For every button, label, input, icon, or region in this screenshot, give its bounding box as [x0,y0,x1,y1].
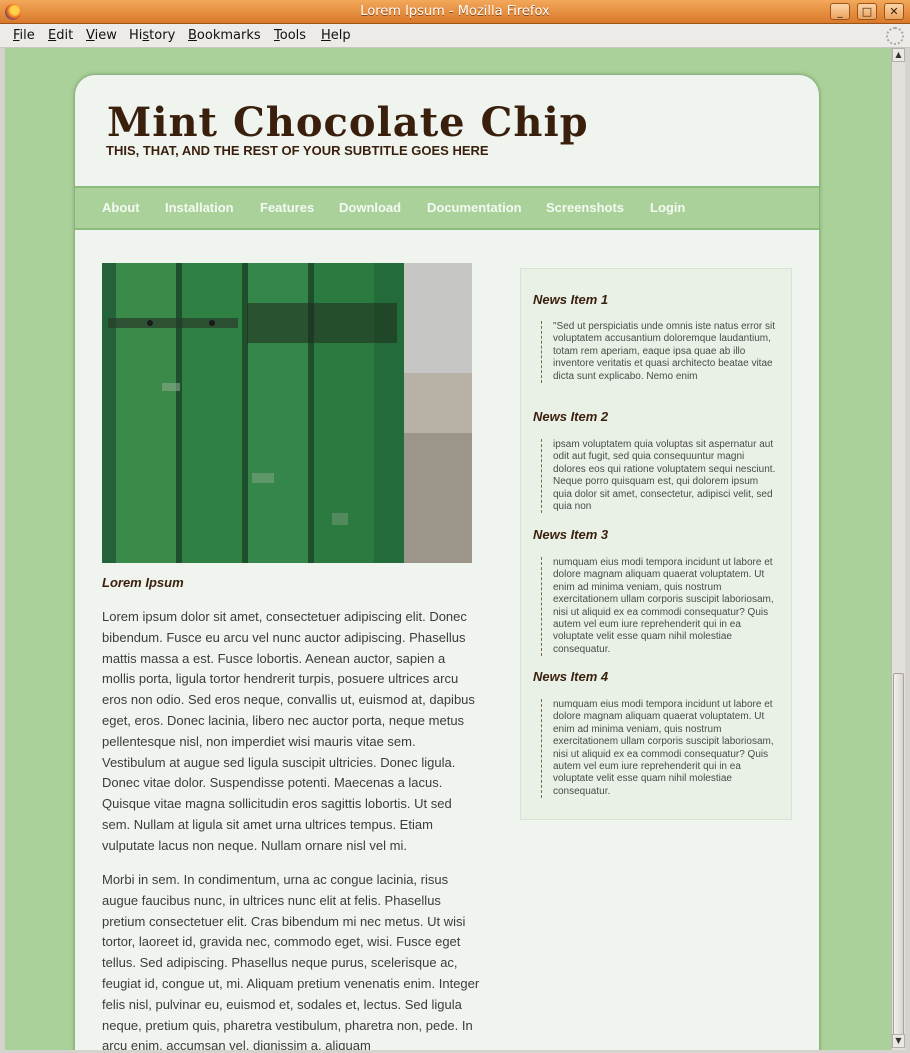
news-item-title[interactable]: News Item 3 [533,527,608,542]
menu-edit[interactable]: Edit [48,28,73,43]
menu-tools-label: ools [279,28,307,43]
maximize-button[interactable]: □ [857,3,877,20]
browser-viewport: Mint Chocolate Chip THIS, THAT, AND THE … [5,48,891,1050]
nav-download[interactable]: Download [339,200,401,215]
news-item-body: numquam eius modi tempora incidunt ut la… [541,699,777,799]
news-sidebar: News Item 1 "Sed ut perspiciatis unde om… [520,268,792,820]
body-paragraph: Lorem ipsum dolor sit amet, consectetuer… [102,609,475,853]
menu-file[interactable]: File [13,28,35,43]
menu-view[interactable]: View [86,28,117,43]
green-door-photo [102,263,472,563]
body-paragraph: Morbi in sem. In condimentum, urna ac co… [102,872,480,1050]
close-button[interactable]: ✕ [884,3,904,20]
news-item-title[interactable]: News Item 1 [533,292,608,307]
page-container: Mint Chocolate Chip THIS, THAT, AND THE … [75,75,819,1050]
scrollbar-thumb[interactable] [893,673,904,1035]
menu-view-accel: V [86,28,95,43]
nav-installation[interactable]: Installation [165,200,234,215]
menu-bar: File Edit View History Bookmarks Tools H… [0,24,910,48]
image-caption: Lorem Ipsum [102,575,184,590]
menu-file-label: ile [19,28,35,43]
menu-history-label: tory [149,28,176,43]
vertical-scrollbar[interactable]: ▲ ▼ [891,48,905,1050]
nav-about[interactable]: About [102,200,140,215]
throbber-icon [886,27,904,45]
window-titlebar: Lorem Ipsum - Mozilla Firefox _ □ ✕ [0,0,910,24]
menu-bookmarks-accel: B [188,28,197,43]
menu-help[interactable]: Help [321,28,351,43]
site-nav: About Installation Features Download Doc… [75,186,819,230]
menu-help-label: elp [330,28,351,43]
news-item-title[interactable]: News Item 4 [533,669,608,684]
menu-view-label: iew [94,28,117,43]
menu-history[interactable]: History [129,28,175,43]
scroll-up-arrow-icon[interactable]: ▲ [892,48,905,62]
nav-screenshots[interactable]: Screenshots [546,200,624,215]
scroll-down-arrow-icon[interactable]: ▼ [892,1034,905,1048]
window-title: Lorem Ipsum - Mozilla Firefox [360,4,550,19]
nav-login[interactable]: Login [650,200,685,215]
news-item-body: "Sed ut perspiciatis unde omnis iste nat… [541,321,777,384]
window-frame-right [905,48,910,1053]
nav-documentation[interactable]: Documentation [427,200,522,215]
news-item-body: numquam eius modi tempora incidunt ut la… [541,557,777,657]
site-logo[interactable]: Mint Chocolate Chip [107,99,589,146]
minimize-button[interactable]: _ [830,3,850,20]
nav-features[interactable]: Features [260,200,314,215]
news-item-body: ipsam voluptatem quia voluptas sit asper… [541,439,777,514]
news-item-title[interactable]: News Item 2 [533,409,608,424]
menu-edit-accel: E [48,28,57,43]
menu-bookmarks[interactable]: Bookmarks [188,28,261,43]
site-subtitle: THIS, THAT, AND THE REST OF YOUR SUBTITL… [106,143,489,158]
menu-help-accel: H [321,28,331,43]
menu-history-pre: Hi [129,28,143,43]
menu-tools[interactable]: Tools [274,28,306,43]
menu-edit-label: dit [56,28,74,43]
menu-bookmarks-label: ookmarks [196,28,261,43]
